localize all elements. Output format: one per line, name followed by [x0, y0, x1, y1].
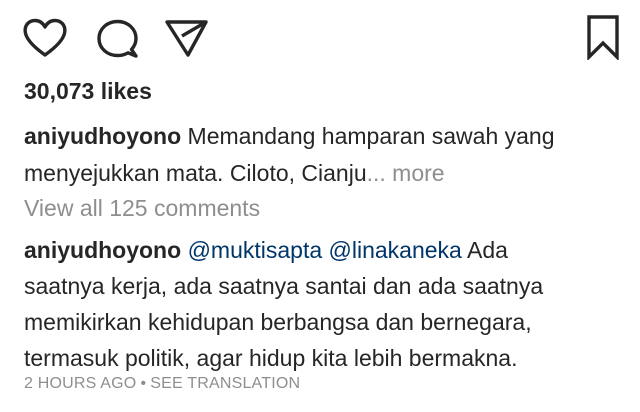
comment: aniyudhoyono @muktisapta @linakaneka Ada…: [24, 232, 624, 376]
caption: aniyudhoyono Memandang hamparan sawah ya…: [24, 118, 624, 192]
caption-username[interactable]: aniyudhoyono: [24, 123, 181, 149]
mention-linakaneka[interactable]: @linakaneka: [329, 237, 462, 263]
comment-text-line2: saatnya kerja, ada saatnya santai dan ad…: [24, 273, 544, 299]
caption-text-line2: menyejukkan mata. Ciloto, Cianju: [24, 160, 367, 186]
caption-text-line1: Memandang hamparan sawah yang: [181, 123, 555, 149]
comment-text-line4: termasuk politik, agar hidup kita lebih …: [24, 345, 518, 371]
comment-username[interactable]: aniyudhoyono: [24, 237, 181, 263]
footer-separator: •: [140, 375, 147, 392]
post-footer: 2 HOURS AGO • SEE TRANSLATION: [24, 375, 300, 393]
share-icon[interactable]: [164, 17, 210, 59]
more-link[interactable]: more: [386, 160, 444, 186]
view-all-comments-link[interactable]: View all 125 comments: [24, 195, 260, 222]
caption-ellipsis: ...: [366, 160, 386, 186]
see-translation-link[interactable]: SEE TRANSLATION: [150, 375, 300, 392]
bookmark-icon[interactable]: [585, 14, 621, 60]
comment-text-line3: memikirkan kehidupan berbangsa dan berne…: [24, 309, 532, 335]
likes-count[interactable]: 30,073 likes: [24, 78, 152, 105]
timestamp: 2 HOURS AGO: [24, 375, 137, 392]
comment-icon[interactable]: [96, 18, 140, 60]
action-bar: [0, 0, 640, 70]
mention-muktisapta[interactable]: @muktisapta: [188, 237, 323, 263]
comment-text-line1: Ada: [461, 237, 508, 263]
heart-icon[interactable]: [22, 18, 68, 58]
